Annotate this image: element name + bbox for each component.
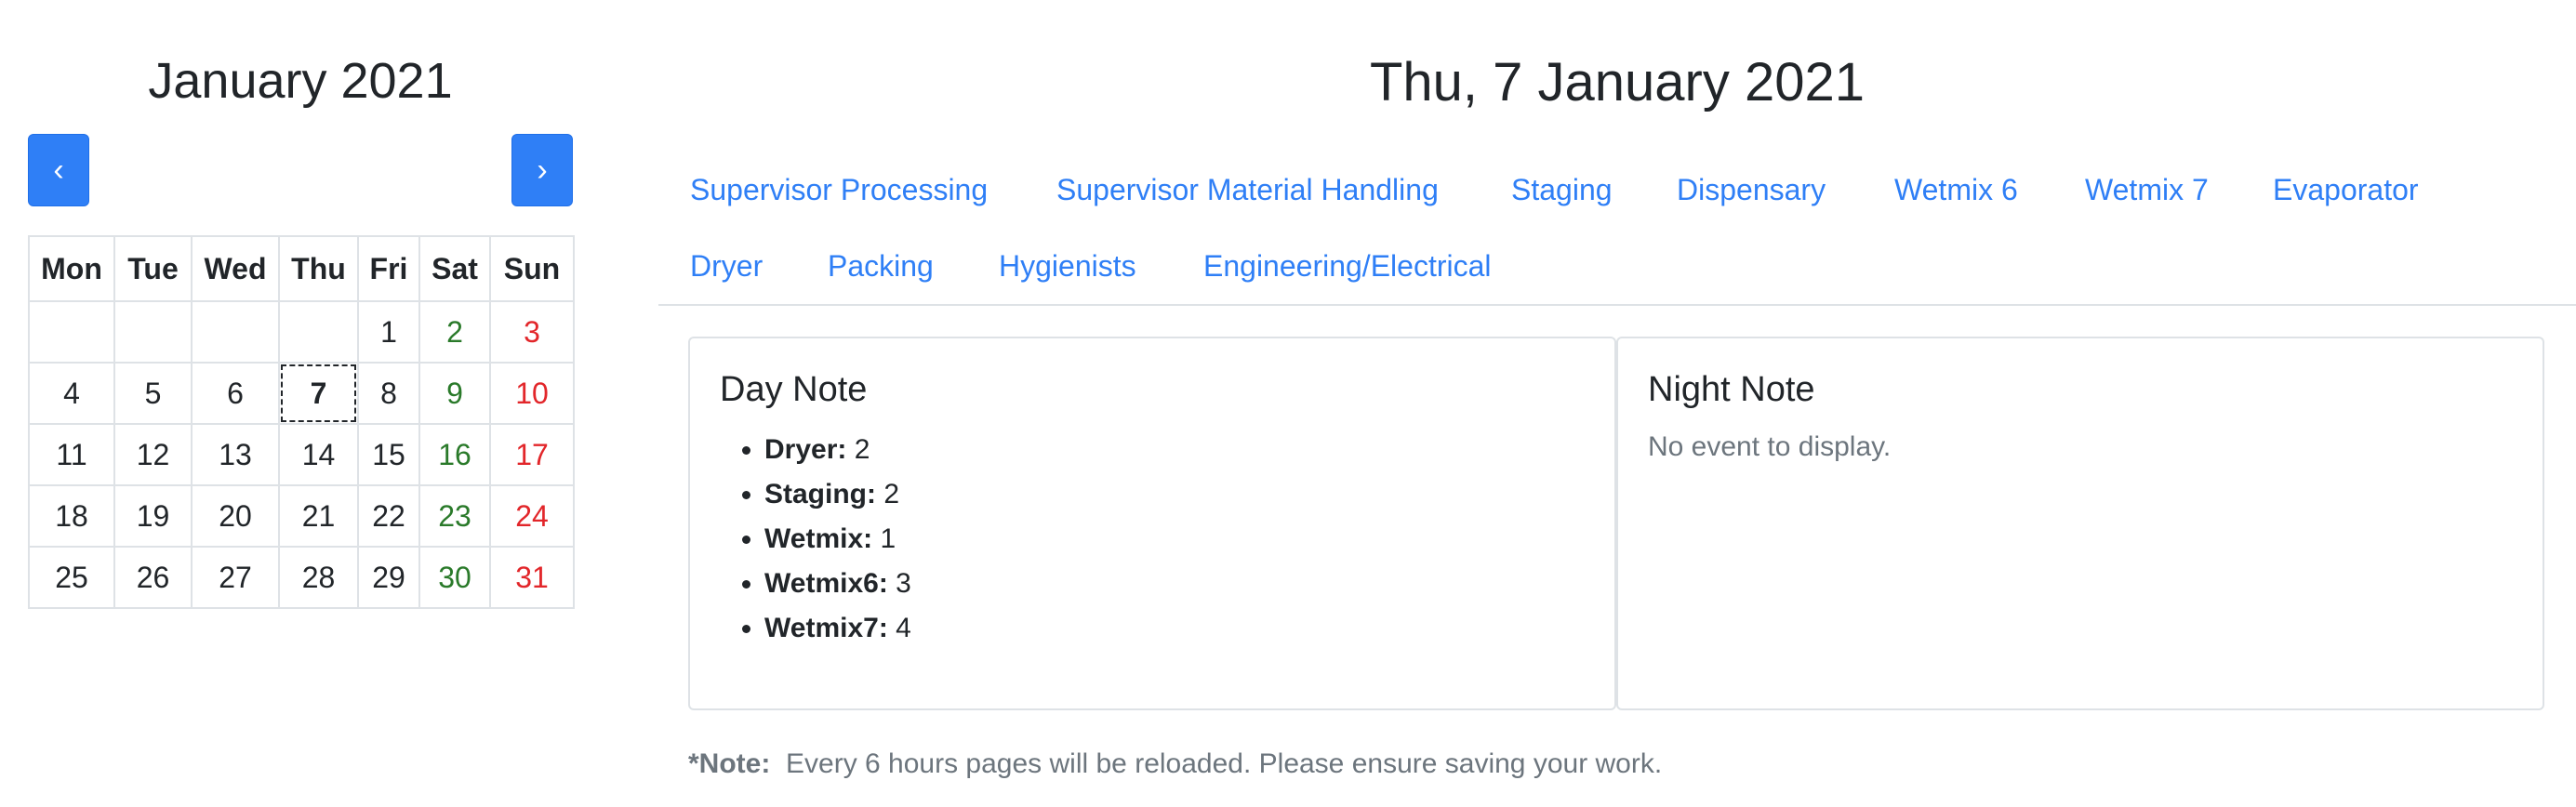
calendar-day[interactable]: 30 bbox=[418, 546, 491, 609]
selected-date-title: Thu, 7 January 2021 bbox=[1369, 52, 1866, 112]
calendar-day[interactable]: 16 bbox=[418, 423, 491, 486]
calendar-empty-cell bbox=[191, 300, 280, 364]
calendar-day[interactable]: 29 bbox=[357, 546, 420, 609]
calendar-day[interactable]: 18 bbox=[28, 484, 115, 548]
calendar-empty-cell bbox=[113, 300, 193, 364]
weekday-header: Wed bbox=[191, 235, 280, 302]
tab-wetmix-7[interactable]: Wetmix 7 bbox=[2085, 173, 2209, 207]
calendar-day[interactable]: 15 bbox=[357, 423, 420, 486]
calendar-day[interactable]: 22 bbox=[357, 484, 420, 548]
calendar-day[interactable]: 14 bbox=[278, 423, 359, 486]
footer-note-prefix: *Note: bbox=[688, 748, 771, 779]
tab-dispensary[interactable]: Dispensary bbox=[1677, 173, 1826, 207]
tab-packing[interactable]: Packing bbox=[828, 249, 934, 284]
calendar-day[interactable]: 17 bbox=[489, 423, 575, 486]
calendar-day[interactable]: 10 bbox=[489, 362, 575, 425]
tab-supervisor-processing[interactable]: Supervisor Processing bbox=[690, 173, 988, 207]
day-note-list: Dryer: 2 Staging: 2 Wetmix: 1 Wetmix6: 3… bbox=[720, 428, 911, 651]
list-item: Wetmix6: 3 bbox=[764, 562, 911, 606]
item-label: Staging: bbox=[764, 479, 876, 509]
calendar-week-row: 25 26 27 28 29 30 31 bbox=[28, 546, 575, 609]
calendar-day[interactable]: 5 bbox=[113, 362, 193, 425]
night-note-title: Night Note bbox=[1648, 370, 1815, 409]
calendar-week-row: 123 bbox=[28, 300, 575, 364]
calendar-month-title: January 2021 bbox=[148, 53, 453, 109]
calendar-day[interactable]: 28 bbox=[278, 546, 359, 609]
calendar-day[interactable]: 23 bbox=[418, 484, 491, 548]
calendar-empty-cell bbox=[278, 300, 359, 364]
calendar-day[interactable]: 26 bbox=[113, 546, 193, 609]
weekday-header: Sun bbox=[489, 235, 575, 302]
weekday-header: Mon bbox=[28, 235, 115, 302]
calendar-week-row: 4 5 6 7 8 9 10 bbox=[28, 362, 575, 425]
calendar-day[interactable]: 4 bbox=[28, 362, 115, 425]
item-label: Wetmix: bbox=[764, 523, 873, 554]
weekday-header: Thu bbox=[278, 235, 359, 302]
tab-evaporator[interactable]: Evaporator bbox=[2273, 173, 2419, 207]
calendar-day[interactable]: 1 bbox=[357, 300, 420, 364]
day-note-title: Day Note bbox=[720, 370, 868, 409]
tab-wetmix-6[interactable]: Wetmix 6 bbox=[1894, 173, 2018, 207]
item-label: Wetmix7: bbox=[764, 613, 888, 643]
item-value: 4 bbox=[896, 613, 911, 643]
calendar-day[interactable]: 21 bbox=[278, 484, 359, 548]
item-value: 3 bbox=[896, 568, 911, 599]
footer-note: *Note: Every 6 hours pages will be reloa… bbox=[688, 748, 1662, 780]
calendar-day[interactable]: 31 bbox=[489, 546, 575, 609]
calendar-day[interactable]: 13 bbox=[191, 423, 280, 486]
tab-staging[interactable]: Staging bbox=[1511, 173, 1613, 207]
list-item: Wetmix7: 4 bbox=[764, 606, 911, 651]
weekday-header: Fri bbox=[357, 235, 420, 302]
item-value: 1 bbox=[880, 523, 896, 554]
selected-day-focus-box bbox=[281, 364, 356, 422]
calendar-day[interactable]: 3 bbox=[489, 300, 575, 364]
prev-month-button[interactable]: ‹ bbox=[28, 134, 89, 206]
calendar-week-row: 18 19 20 21 22 23 24 bbox=[28, 484, 575, 548]
calendar-day[interactable]: 27 bbox=[191, 546, 280, 609]
next-month-button[interactable]: › bbox=[511, 134, 573, 206]
calendar-day[interactable]: 6 bbox=[191, 362, 280, 425]
weekday-header: Sat bbox=[418, 235, 491, 302]
item-label: Dryer: bbox=[764, 434, 847, 465]
calendar-day[interactable]: 24 bbox=[489, 484, 575, 548]
calendar-day[interactable]: 2 bbox=[418, 300, 491, 364]
calendar-day[interactable]: 12 bbox=[113, 423, 193, 486]
tab-supervisor-material-handling[interactable]: Supervisor Material Handling bbox=[1056, 173, 1439, 207]
day-note-card: Day Note Dryer: 2 Staging: 2 Wetmix: 1 W… bbox=[688, 337, 1616, 710]
item-value: 2 bbox=[883, 479, 900, 509]
calendar-empty-cell bbox=[28, 300, 115, 364]
list-item: Wetmix: 1 bbox=[764, 517, 911, 562]
calendar-day[interactable]: 11 bbox=[28, 423, 115, 486]
calendar-day[interactable]: 19 bbox=[113, 484, 193, 548]
item-label: Wetmix6: bbox=[764, 568, 888, 599]
night-note-card: Night Note No event to display. bbox=[1616, 337, 2544, 710]
calendar-grid: Mon Tue Wed Thu Fri Sat Sun 1 2 3 4 5 6 7 8 9 10 1… bbox=[28, 235, 575, 609]
calendar-day[interactable]: 20 bbox=[191, 484, 280, 548]
calendar-day-selected[interactable]: 7 bbox=[278, 362, 359, 425]
list-item: Dryer: 2 bbox=[764, 428, 911, 472]
department-tabs: Supervisor Processing Supervisor Materia… bbox=[658, 154, 2576, 306]
calendar-day[interactable]: 9 bbox=[418, 362, 491, 425]
calendar-week-row: 11 12 13 14 15 16 17 bbox=[28, 423, 575, 486]
calendar-day[interactable]: 8 bbox=[357, 362, 420, 425]
weekday-header: Tue bbox=[113, 235, 193, 302]
item-value: 2 bbox=[854, 434, 870, 465]
calendar-day[interactable]: 25 bbox=[28, 546, 115, 609]
list-item: Staging: 2 bbox=[764, 472, 911, 517]
tab-engineering-electrical[interactable]: Engineering/Electrical bbox=[1203, 249, 1492, 284]
night-note-empty-message: No event to display. bbox=[1648, 431, 1892, 462]
footer-note-text: Every 6 hours pages will be reloaded. Pl… bbox=[786, 748, 1663, 779]
tab-hygienists[interactable]: Hygienists bbox=[999, 249, 1136, 284]
tab-dryer[interactable]: Dryer bbox=[690, 249, 763, 284]
